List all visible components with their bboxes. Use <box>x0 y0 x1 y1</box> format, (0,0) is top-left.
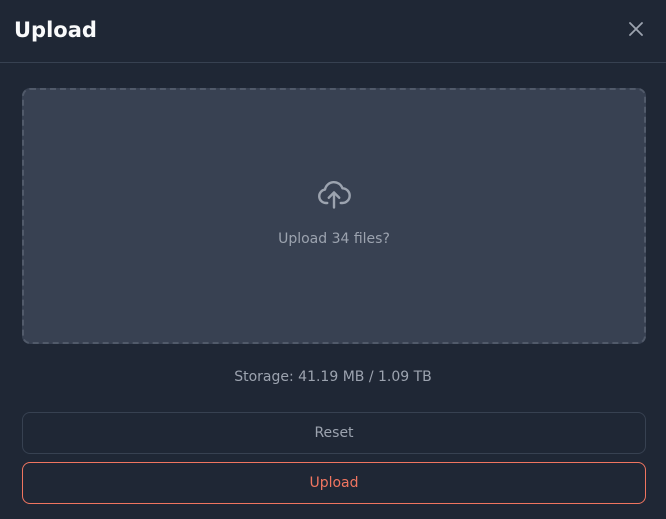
upload-button[interactable]: Upload <box>22 462 646 504</box>
close-icon <box>629 22 643 36</box>
dropzone-prompt: Upload 34 files? <box>278 231 390 247</box>
file-dropzone[interactable]: Upload 34 files? <box>22 88 646 344</box>
reset-button[interactable]: Reset <box>22 412 646 454</box>
close-button[interactable] <box>624 17 648 41</box>
storage-info: Storage: 41.19 MB / 1.09 TB <box>234 369 432 385</box>
dialog-title: Upload <box>14 18 97 42</box>
upload-dialog: Upload Upload 34 files? Storage: 41.19 M… <box>0 0 666 519</box>
dialog-header: Upload <box>0 0 666 63</box>
cloud-upload-icon <box>318 180 351 209</box>
